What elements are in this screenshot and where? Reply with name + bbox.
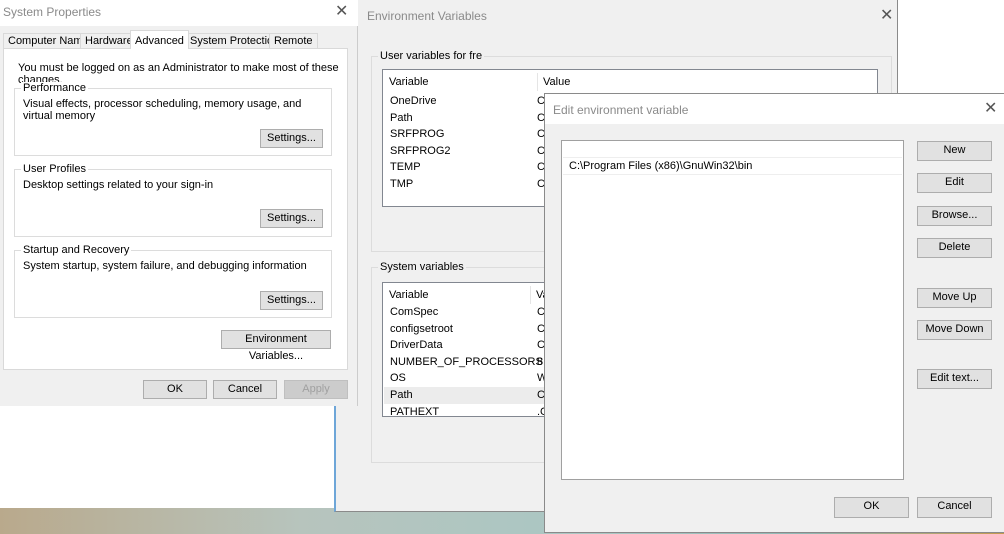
close-icon[interactable]: ✕ <box>984 101 997 117</box>
path-entries-list[interactable]: C:\Program Files (x86)\GnuWin32\bin <box>561 140 904 480</box>
group-description: System startup, system failure, and debu… <box>23 260 307 272</box>
edit-button[interactable]: Edit <box>917 173 992 193</box>
column-header-value[interactable]: Value <box>537 73 570 91</box>
close-icon[interactable]: ✕ <box>880 8 893 24</box>
ok-button[interactable]: OK <box>834 497 909 518</box>
variable-name: OneDrive <box>390 95 437 107</box>
variable-name: DriverData <box>390 339 443 352</box>
tab-remote[interactable]: Remote <box>269 33 318 49</box>
delete-button[interactable]: Delete <box>917 238 992 258</box>
apply-button[interactable]: Apply <box>284 380 348 399</box>
variable-name: Path <box>390 389 413 401</box>
group-label: System variables <box>378 261 466 274</box>
startup-recovery-settings-button[interactable]: Settings... <box>260 291 323 310</box>
variable-name: configsetroot <box>390 322 453 335</box>
column-header-variable[interactable]: Variable <box>389 286 429 304</box>
variable-name: TEMP <box>390 161 421 174</box>
group-label: Performance <box>21 82 88 95</box>
new-button[interactable]: New <box>917 141 992 161</box>
performance-group: Performance Visual effects, processor sc… <box>14 82 332 156</box>
variable-name: TMP <box>390 178 414 190</box>
variable-name: OS <box>390 372 406 385</box>
performance-settings-button[interactable]: Settings... <box>260 129 323 148</box>
variable-name: SRFPROG <box>390 128 445 141</box>
group-label: Startup and Recovery <box>21 244 132 257</box>
tab-advanced[interactable]: Advanced <box>130 30 189 49</box>
cancel-button[interactable]: Cancel <box>917 497 992 518</box>
user-profiles-group: User Profiles Desktop settings related t… <box>14 163 332 237</box>
move-up-button[interactable]: Move Up <box>917 288 992 308</box>
variable-name: NUMBER_OF_PROCESSORS <box>390 355 543 368</box>
startup-recovery-group: Startup and Recovery System startup, sys… <box>14 244 332 318</box>
variable-name: ComSpec <box>390 306 439 318</box>
column-header-variable[interactable]: Variable <box>389 73 429 91</box>
window-title: Environment Variables <box>367 9 487 23</box>
environment-variables-button[interactable]: Environment Variables... <box>221 330 331 362</box>
group-description: Desktop settings related to your sign-in <box>23 179 214 191</box>
window-title: Edit environment variable <box>553 103 689 117</box>
tab-panel: You must be logged on as an Administrato… <box>3 48 348 370</box>
group-label: User variables for fre <box>378 50 485 63</box>
window-title: System Properties <box>3 5 102 19</box>
variable-name: SRFPROG2 <box>390 144 451 157</box>
close-icon[interactable]: ✕ <box>335 4 348 20</box>
variable-value: 8 <box>537 355 544 368</box>
edit-environment-variable-window: Edit environment variable ✕ C:\Program F… <box>544 93 1004 533</box>
system-properties-window: System Properties ✕ Computer Name Hardwa… <box>0 0 358 406</box>
browse-button[interactable]: Browse... <box>917 206 992 226</box>
cancel-button[interactable]: Cancel <box>213 380 277 399</box>
move-down-button[interactable]: Move Down <box>917 320 992 340</box>
edit-text-button[interactable]: Edit text... <box>917 369 992 389</box>
list-item[interactable]: C:\Program Files (x86)\GnuWin32\bin <box>563 158 902 175</box>
variable-name: Path <box>390 111 413 124</box>
group-label: User Profiles <box>21 163 88 176</box>
user-profiles-settings-button[interactable]: Settings... <box>260 209 323 228</box>
list-item[interactable] <box>563 141 902 158</box>
group-description: Visual effects, processor scheduling, me… <box>23 98 302 122</box>
variable-name: PATHEXT <box>390 405 440 417</box>
ok-button[interactable]: OK <box>143 380 207 399</box>
